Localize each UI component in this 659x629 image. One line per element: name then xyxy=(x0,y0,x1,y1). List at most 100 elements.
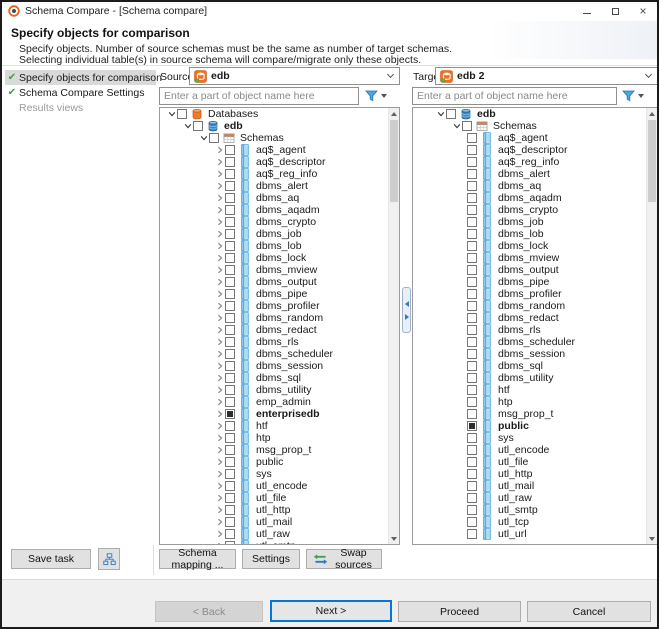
tree-node[interactable]: dbms_output xyxy=(160,276,399,288)
expander-open-icon[interactable] xyxy=(166,110,177,118)
tree-node[interactable]: utl_raw xyxy=(160,528,399,540)
tree-checkbox[interactable] xyxy=(225,361,235,371)
expander-closed-icon[interactable] xyxy=(214,386,225,394)
tree-node[interactable]: htf xyxy=(160,420,399,432)
tree-checkbox[interactable] xyxy=(467,433,477,443)
tree-checkbox[interactable] xyxy=(225,145,235,155)
proceed-button[interactable]: Proceed xyxy=(398,601,521,622)
tree-checkbox[interactable] xyxy=(225,157,235,167)
scroll-up-icon[interactable] xyxy=(647,108,657,119)
expander-closed-icon[interactable] xyxy=(214,266,225,274)
expander-closed-icon[interactable] xyxy=(214,518,225,526)
tree-checkbox[interactable] xyxy=(209,133,219,143)
target-tree-scrollbar[interactable] xyxy=(646,108,657,544)
expander-closed-icon[interactable] xyxy=(214,338,225,346)
tree-checkbox[interactable] xyxy=(467,337,477,347)
tree-checkbox[interactable] xyxy=(225,325,235,335)
expander-closed-icon[interactable] xyxy=(214,434,225,442)
tree-node[interactable]: dbms_session xyxy=(413,348,657,360)
tree-node[interactable]: utl_encode xyxy=(160,480,399,492)
tree-checkbox[interactable] xyxy=(225,217,235,227)
tree-node[interactable]: aq$_agent xyxy=(160,144,399,156)
tree-node[interactable]: dbms_lob xyxy=(413,228,657,240)
scroll-down-icon[interactable] xyxy=(389,533,399,544)
tree-node[interactable]: utl_http xyxy=(160,504,399,516)
expander-closed-icon[interactable] xyxy=(214,302,225,310)
tree-node[interactable]: dbms_scheduler xyxy=(413,336,657,348)
tree-checkbox[interactable] xyxy=(225,433,235,443)
expander-closed-icon[interactable] xyxy=(214,374,225,382)
next-button[interactable]: Next > xyxy=(270,600,392,622)
tree-checkbox[interactable] xyxy=(467,229,477,239)
tree-checkbox[interactable] xyxy=(225,313,235,323)
tree-node[interactable]: public xyxy=(413,420,657,432)
tree-node[interactable]: utl_mail xyxy=(160,516,399,528)
expander-closed-icon[interactable] xyxy=(214,242,225,250)
tree-checkbox[interactable] xyxy=(225,385,235,395)
tree-checkbox[interactable] xyxy=(225,349,235,359)
maximize-button[interactable] xyxy=(601,2,629,20)
splitter-handle[interactable] xyxy=(402,287,411,333)
tree-checkbox[interactable] xyxy=(225,337,235,347)
tree-node[interactable]: utl_file xyxy=(413,456,657,468)
expander-closed-icon[interactable] xyxy=(214,314,225,322)
tree-node[interactable]: aq$_reg_info xyxy=(160,168,399,180)
tree-checkbox[interactable] xyxy=(467,289,477,299)
tree-node[interactable]: utl_tcp xyxy=(413,516,657,528)
tree-node[interactable]: public xyxy=(160,456,399,468)
tree-node[interactable]: aq$_descriptor xyxy=(413,144,657,156)
tree-checkbox[interactable] xyxy=(225,421,235,431)
expander-closed-icon[interactable] xyxy=(214,326,225,334)
expander-closed-icon[interactable] xyxy=(214,446,225,454)
tree-checkbox[interactable] xyxy=(467,517,477,527)
tree-node[interactable]: htf xyxy=(413,384,657,396)
tree-node[interactable]: dbms_aqadm xyxy=(160,204,399,216)
tree-checkbox[interactable] xyxy=(467,505,477,515)
tree-node[interactable]: dbms_aq xyxy=(413,180,657,192)
tree-node[interactable]: htp xyxy=(160,432,399,444)
tree-checkbox[interactable] xyxy=(446,109,456,119)
tree-checkbox[interactable] xyxy=(225,205,235,215)
source-filter-input[interactable] xyxy=(159,87,359,105)
tree-node[interactable]: utl_raw xyxy=(413,492,657,504)
target-connection-select[interactable]: edb 2 xyxy=(435,67,658,85)
expander-closed-icon[interactable] xyxy=(214,458,225,466)
tree-node[interactable]: sys xyxy=(160,468,399,480)
tree-checkbox[interactable] xyxy=(467,277,477,287)
expander-closed-icon[interactable] xyxy=(214,158,225,166)
tree-checkbox[interactable] xyxy=(467,253,477,263)
panel-splitter[interactable] xyxy=(402,107,411,545)
tree-node[interactable]: utl_encode xyxy=(413,444,657,456)
tree-node[interactable]: dbms_pipe xyxy=(413,276,657,288)
schedule-task-button[interactable] xyxy=(98,548,120,570)
tree-checkbox[interactable] xyxy=(467,529,477,539)
tree-checkbox[interactable] xyxy=(225,457,235,467)
tree-checkbox[interactable] xyxy=(225,373,235,383)
tree-node[interactable]: dbms_random xyxy=(160,312,399,324)
save-task-button[interactable]: Save task xyxy=(11,549,91,569)
scroll-down-icon[interactable] xyxy=(647,533,657,544)
tree-node[interactable]: dbms_random xyxy=(413,300,657,312)
tree-node[interactable]: dbms_profiler xyxy=(413,288,657,300)
expander-closed-icon[interactable] xyxy=(214,218,225,226)
expander-closed-icon[interactable] xyxy=(214,530,225,538)
tree-node[interactable]: msg_prop_t xyxy=(160,444,399,456)
close-button[interactable]: × xyxy=(629,2,657,20)
minimize-button[interactable] xyxy=(573,2,601,20)
tree-checkbox[interactable] xyxy=(225,253,235,263)
tree-node[interactable]: dbms_session xyxy=(160,360,399,372)
tree-node[interactable]: utl_file xyxy=(160,492,399,504)
expander-closed-icon[interactable] xyxy=(214,290,225,298)
tree-node[interactable]: dbms_sql xyxy=(160,372,399,384)
tree-node[interactable]: utl_smtp xyxy=(160,540,399,545)
expander-closed-icon[interactable] xyxy=(214,170,225,178)
tree-node[interactable]: dbms_crypto xyxy=(160,216,399,228)
tree-checkbox[interactable] xyxy=(225,289,235,299)
tree-node[interactable]: dbms_mview xyxy=(160,264,399,276)
tree-checkbox[interactable] xyxy=(225,505,235,515)
tree-checkbox[interactable] xyxy=(467,481,477,491)
expander-closed-icon[interactable] xyxy=(214,146,225,154)
tree-checkbox[interactable] xyxy=(467,145,477,155)
tree-node[interactable]: dbms_alert xyxy=(160,180,399,192)
expander-closed-icon[interactable] xyxy=(214,506,225,514)
